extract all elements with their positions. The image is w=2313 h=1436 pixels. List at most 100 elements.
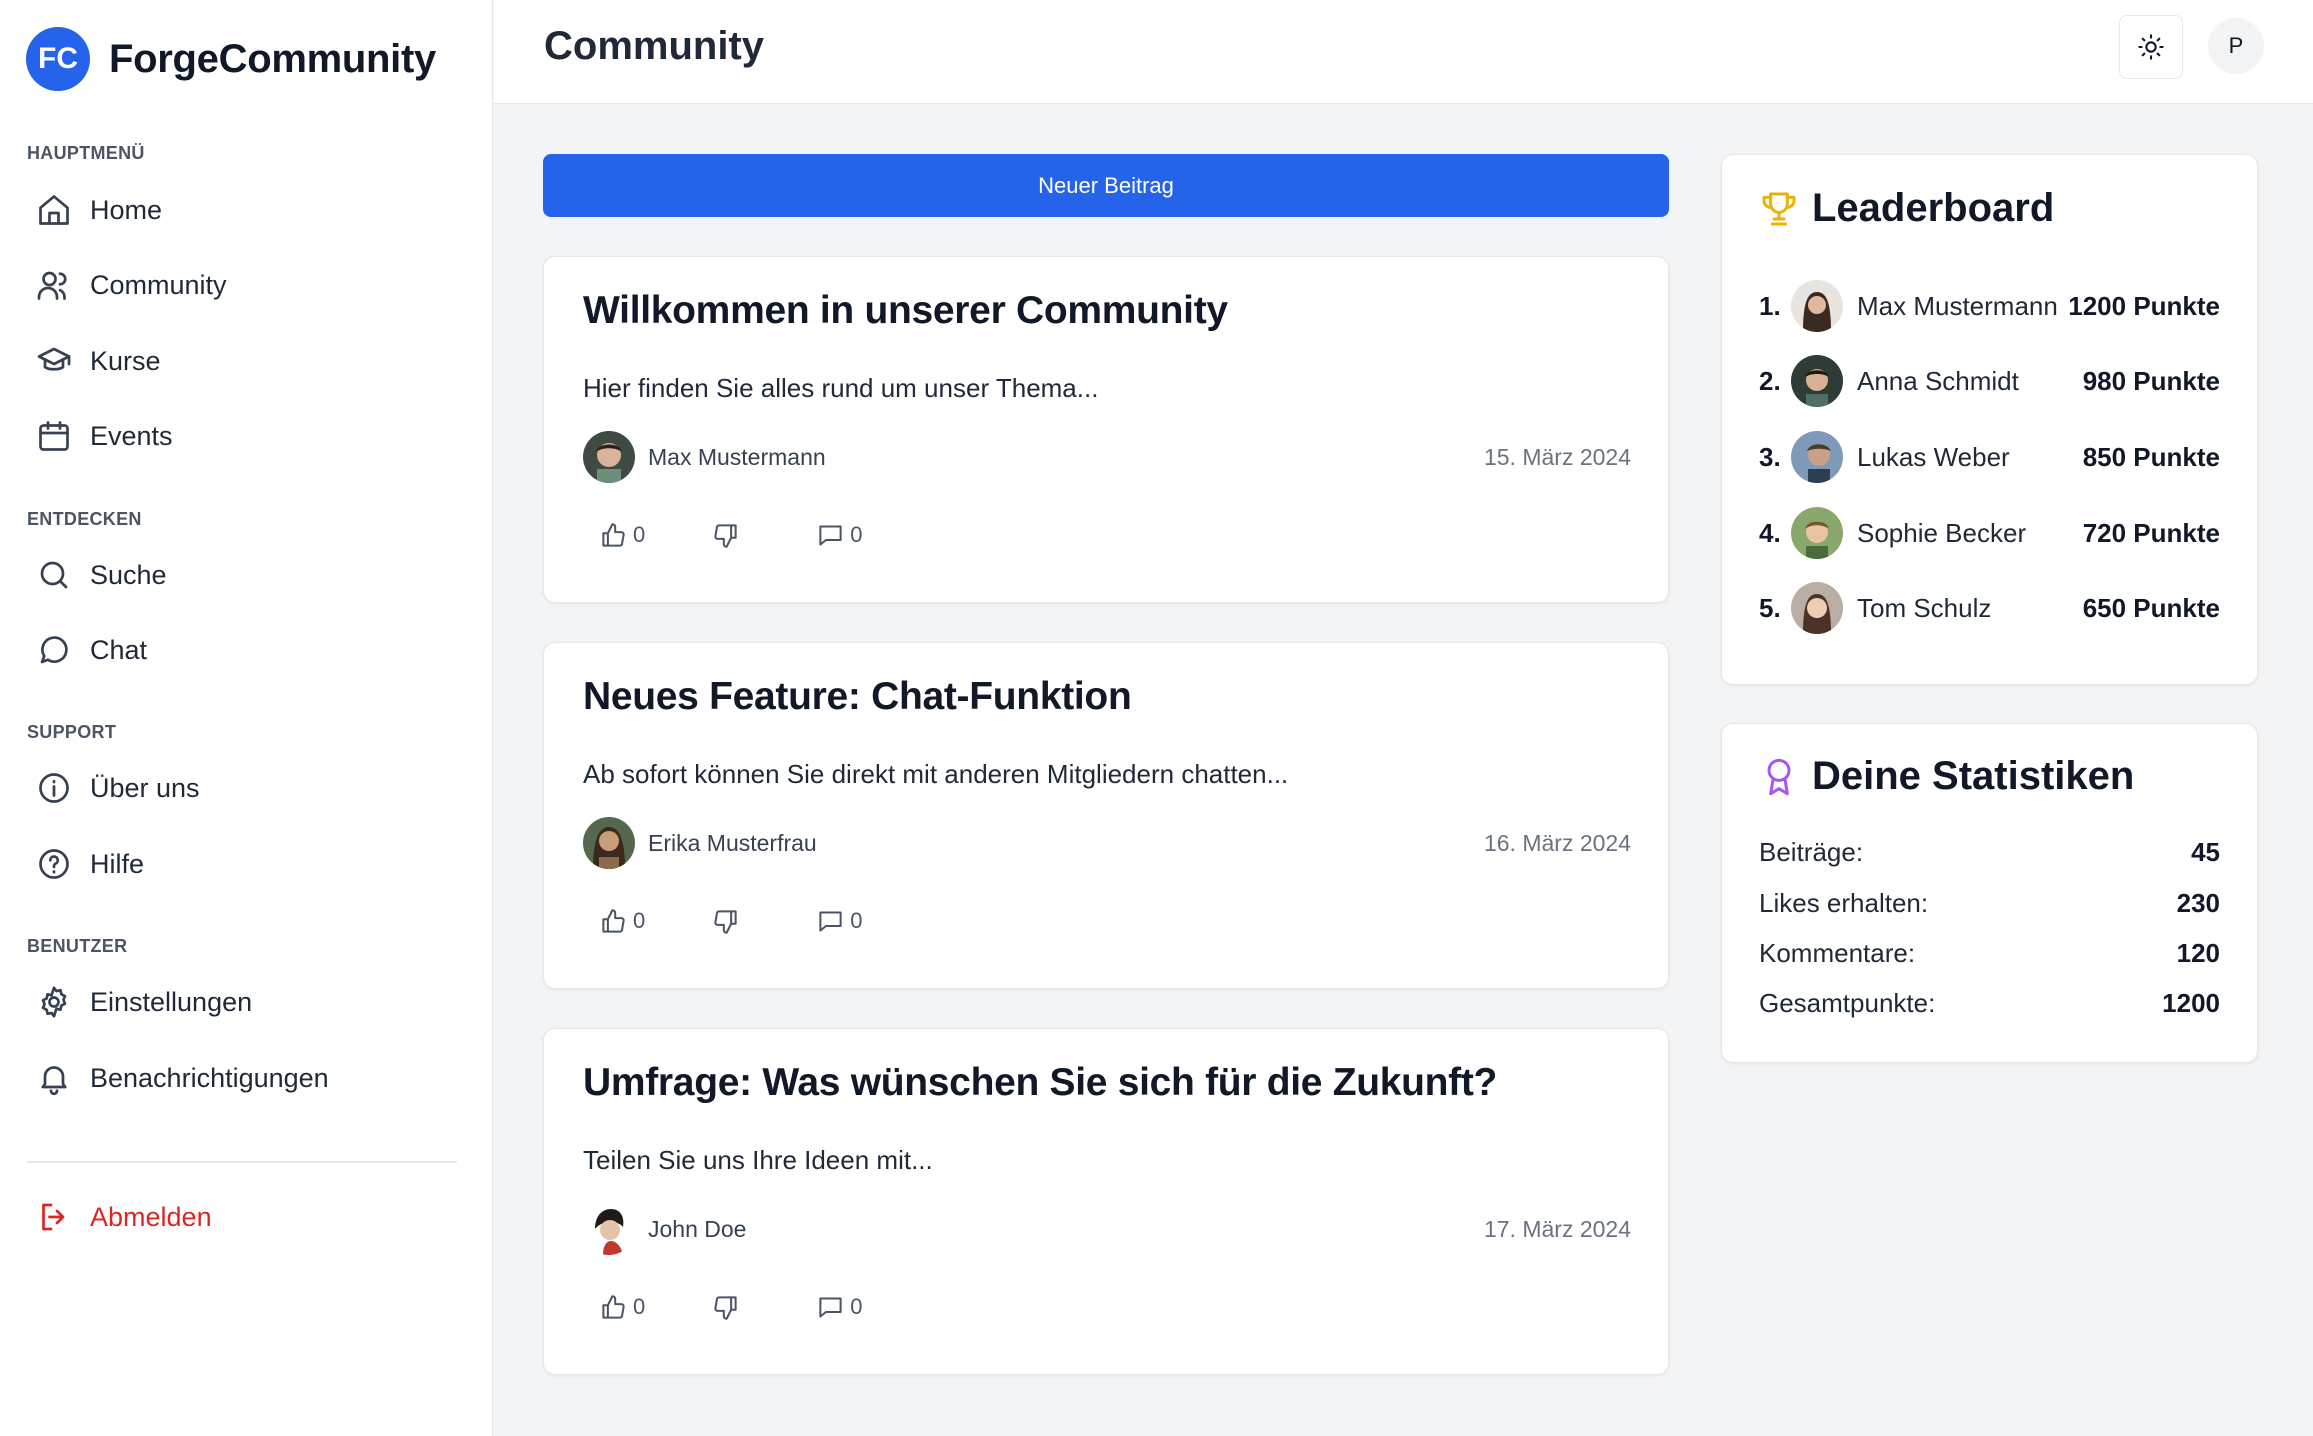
leaderboard-row[interactable]: 3. Lukas Weber 850 Punkte — [1759, 429, 2220, 485]
sidebar-item-events[interactable]: Events — [36, 412, 173, 460]
stat-label: Kommentare: — [1759, 938, 1916, 968]
like-count: 0 — [633, 908, 646, 933]
search-icon — [40, 561, 68, 589]
leaderboard-row[interactable]: 4. Sophie Becker 720 Punkte — [1759, 505, 2220, 561]
stats-title: Deine Statistiken — [1759, 754, 2134, 799]
sidebar-item-suche[interactable]: Suche — [36, 551, 167, 599]
nav-section-hauptmenue: HAUPTMENÜ — [27, 143, 145, 163]
stat-row: Likes erhalten: 230 — [1759, 888, 2220, 919]
brand-name: ForgeCommunity — [109, 36, 436, 81]
sidebar-item-benachrichtigungen[interactable]: Benachrichtigungen — [36, 1054, 329, 1102]
stat-row: Kommentare: 120 — [1759, 938, 2220, 969]
leaderboard-points: 720 Punkte — [2082, 517, 2220, 548]
sidebar-item-ueber-uns[interactable]: Über uns — [36, 764, 200, 812]
nav-section-entdecken: ENTDECKEN — [27, 509, 142, 529]
dislike-button[interactable] — [712, 906, 739, 936]
stat-label: Likes erhalten: — [1759, 888, 1929, 918]
sidebar: FC ForgeCommunity HAUPTMENÜ Home Communi… — [0, 0, 493, 1436]
top-header: Community P — [494, 0, 2313, 104]
leaderboard-rank: 5. — [1759, 592, 1781, 623]
user-avatar-button[interactable]: P — [2208, 18, 2264, 74]
post-excerpt: Teilen Sie uns Ihre Ideen mit... — [583, 1145, 933, 1175]
leaderboard-row[interactable]: 5. Tom Schulz 650 Punkte — [1759, 580, 2220, 636]
thumbs-up-icon — [602, 1294, 625, 1319]
sidebar-item-einstellungen[interactable]: Einstellungen — [36, 978, 252, 1026]
sun-icon — [2138, 34, 2164, 60]
post-date: 17. März 2024 — [1483, 1216, 1631, 1242]
leaderboard-row[interactable]: 1. Max Mustermann 1200 Punkte — [1759, 278, 2220, 334]
sidebar-item-community[interactable]: Community — [36, 261, 227, 309]
sidebar-item-kurse[interactable]: Kurse — [36, 337, 161, 385]
post-actions: 0 0 — [600, 520, 863, 550]
trophy-icon — [1762, 192, 1796, 225]
bell-icon — [41, 1066, 67, 1096]
theme-toggle-button[interactable] — [2119, 15, 2183, 79]
sidebar-item-label: Home — [90, 194, 163, 225]
logout-icon — [42, 1203, 65, 1231]
page-title: Community — [544, 24, 764, 68]
comment-count: 0 — [850, 1294, 863, 1319]
like-count: 0 — [633, 1294, 646, 1319]
leaderboard-name: Sophie Becker — [1857, 517, 2027, 548]
leaderboard-avatar — [1791, 431, 1843, 483]
stat-row: Beiträge: 45 — [1759, 837, 2220, 868]
author-avatar — [583, 431, 635, 483]
author-name[interactable]: Max Mustermann — [648, 444, 826, 471]
sidebar-item-label: Über uns — [90, 772, 200, 803]
thumbs-down-icon — [714, 523, 737, 548]
like-count: 0 — [633, 522, 646, 547]
leaderboard-points: 980 Punkte — [2082, 365, 2220, 396]
like-button[interactable]: 0 — [600, 520, 645, 550]
thumbs-up-icon — [602, 908, 625, 933]
nav-section-support: SUPPORT — [27, 722, 117, 742]
post-author: Max Mustermann — [583, 431, 826, 483]
stat-label: Beiträge: — [1759, 837, 1864, 867]
stats-card: Deine Statistiken Beiträge: 45 Likes erh… — [1721, 723, 2258, 1063]
post-title[interactable]: Umfrage: Was wünschen Sie sich für die Z… — [583, 1061, 1497, 1105]
thumbs-down-icon — [714, 909, 737, 934]
sidebar-item-home[interactable]: Home — [36, 186, 162, 234]
author-name[interactable]: Erika Musterfrau — [648, 830, 817, 857]
sidebar-item-label: Einstellungen — [90, 986, 253, 1017]
sidebar-item-label: Benachrichtigungen — [90, 1062, 329, 1093]
post-title[interactable]: Neues Feature: Chat-Funktion — [583, 675, 1132, 719]
stat-value: 230 — [2176, 888, 2220, 918]
sidebar-item-hilfe[interactable]: Hilfe — [36, 840, 144, 888]
comment-button[interactable]: 0 — [817, 906, 863, 936]
stats-title-text: Deine Statistiken — [1812, 754, 2135, 798]
logout-button[interactable]: Abmelden — [36, 1193, 212, 1241]
thumbs-down-icon — [714, 1295, 737, 1320]
leaderboard-title: Leaderboard — [1759, 186, 2054, 231]
award-icon — [1767, 758, 1791, 795]
info-icon — [39, 773, 69, 803]
thumbs-up-icon — [602, 522, 625, 547]
sidebar-item-chat[interactable]: Chat — [36, 626, 147, 674]
comment-button[interactable]: 0 — [817, 1292, 863, 1322]
new-post-button[interactable]: Neuer Beitrag — [543, 154, 1669, 217]
post-title[interactable]: Willkommen in unserer Community — [583, 289, 1228, 333]
author-name[interactable]: John Doe — [648, 1216, 746, 1243]
leaderboard-rank: 3. — [1759, 441, 1781, 472]
post-author: John Doe — [583, 1203, 746, 1255]
like-button[interactable]: 0 — [600, 1292, 645, 1322]
like-button[interactable]: 0 — [600, 906, 645, 936]
brand[interactable]: FC ForgeCommunity — [26, 27, 436, 91]
leaderboard-avatar — [1791, 280, 1843, 332]
comment-icon — [819, 910, 842, 932]
calendar-icon — [39, 421, 69, 451]
comment-count: 0 — [850, 522, 863, 547]
post-actions: 0 0 — [600, 1292, 863, 1322]
gear-icon — [41, 986, 67, 1018]
stat-row: Gesamtpunkte: 1200 — [1759, 988, 2220, 1019]
comment-count: 0 — [850, 908, 863, 933]
leaderboard-rank: 1. — [1759, 290, 1781, 321]
sidebar-item-label: Suche — [90, 559, 167, 590]
leaderboard-avatar — [1791, 355, 1843, 407]
sidebar-item-label: Hilfe — [90, 848, 145, 879]
dislike-button[interactable] — [712, 1292, 739, 1322]
leaderboard-row[interactable]: 2. Anna Schmidt 980 Punkte — [1759, 353, 2220, 409]
sidebar-divider — [27, 1161, 457, 1163]
post-card: Neues Feature: Chat-Funktion Ab sofort k… — [543, 642, 1669, 989]
comment-button[interactable]: 0 — [817, 520, 863, 550]
dislike-button[interactable] — [712, 520, 739, 550]
